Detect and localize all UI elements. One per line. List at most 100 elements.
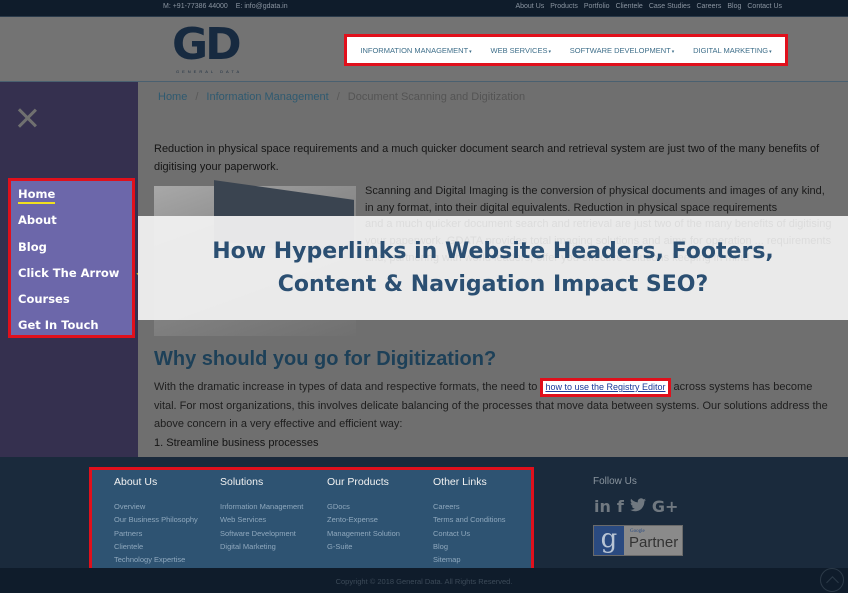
top-link-careers[interactable]: Careers	[696, 3, 721, 10]
nav-label: SOFTWARE DEVELOPMENT	[569, 45, 671, 55]
nav-information-management[interactable]: INFORMATION MANAGEMENT▾	[360, 46, 471, 55]
side-menu-label: About	[18, 213, 57, 228]
caret-down-icon: ▾	[769, 48, 772, 55]
registry-editor-link[interactable]: how to use the Registry Editor	[540, 378, 671, 397]
breadcrumb-separator: /	[336, 91, 340, 103]
footer-links: About Us Overview Our Business Philosoph…	[89, 467, 534, 572]
follow-us-label: Follow Us	[593, 476, 637, 487]
footer-link[interactable]: Careers	[433, 500, 506, 513]
footer-link[interactable]: Our Business Philosophy	[114, 513, 198, 526]
side-menu-item-get-in-touch[interactable]: Get In Touch	[18, 315, 132, 341]
top-contact-bar: M: +91-77386 44000 E: info@gdata.in Abou…	[0, 0, 848, 16]
logo-subtext: GENERAL DATA	[176, 69, 243, 74]
footer-column-our-products: Our Products GDocs Zento-Expense Managem…	[327, 476, 400, 553]
breadcrumb: Home / Information Management / Document Sca…	[158, 91, 525, 103]
paragraph-text: With the dramatic increase in types of d…	[154, 381, 541, 393]
banner-title: How Hyperlinks in Website Headers, Foote…	[138, 235, 848, 301]
footer-link[interactable]: Information Management	[220, 500, 303, 513]
footer-link[interactable]: Software Development	[220, 527, 303, 540]
google-plus-icon[interactable]: G+	[652, 497, 679, 516]
title-banner: and a much quicker document search and r…	[138, 216, 848, 320]
breadcrumb-current: Document Scanning and Digitization	[347, 91, 526, 103]
side-menu: Home About Blog Click The Arrow⌄ Courses…	[8, 178, 142, 341]
digitization-paragraph: With the dramatic increase in types of d…	[154, 378, 834, 433]
nav-label: WEB SERVICES	[490, 45, 548, 55]
footer-link[interactable]: Web Services	[220, 513, 303, 526]
nav-label: DIGITAL MARKETING	[693, 45, 769, 55]
intro-paragraph: Reduction in physical space requirements…	[154, 143, 820, 173]
footer-link[interactable]: Clientele	[114, 540, 198, 553]
top-link-about-us[interactable]: About Us	[515, 3, 544, 10]
phone-number: M: +91-77386 44000	[163, 3, 228, 10]
footer-link[interactable]: Zento-Expense	[327, 513, 400, 526]
footer-heading: About Us	[114, 476, 158, 488]
nav-web-services[interactable]: WEB SERVICES▾	[490, 46, 550, 55]
google-partner-badge[interactable]: g Google Partner	[593, 525, 683, 556]
facebook-icon[interactable]: f	[617, 497, 624, 516]
footer-column-other-links: Other Links Careers Terms and Conditions…	[433, 476, 506, 566]
logo-mark: GD	[172, 19, 242, 70]
twitter-icon[interactable]	[629, 497, 646, 516]
twitter-bird-shape	[629, 498, 646, 512]
copyright-text: Copyright © 2018 General Data. All Right…	[335, 577, 513, 586]
scroll-to-top-icon[interactable]	[820, 568, 844, 592]
side-menu-item-about[interactable]: About	[18, 210, 132, 236]
caret-down-icon: ▾	[548, 48, 551, 55]
footer-link[interactable]: Technology Expertise	[114, 553, 198, 566]
footer-link[interactable]: Overview	[114, 500, 198, 513]
footer-link[interactable]: Blog	[433, 540, 506, 553]
top-link-contact-us[interactable]: Contact Us	[747, 3, 782, 10]
footer-link[interactable]: GDocs	[327, 500, 400, 513]
contact-info: M: +91-77386 44000 E: info@gdata.in	[163, 3, 294, 10]
footer-heading: Our Products	[327, 476, 389, 488]
footer-heading: Other Links	[433, 476, 487, 488]
footer-link[interactable]: Contact Us	[433, 527, 506, 540]
side-menu-item-home[interactable]: Home	[18, 184, 132, 210]
top-link-case-studies[interactable]: Case Studies	[649, 3, 691, 10]
nav-digital-marketing[interactable]: DIGITAL MARKETING▾	[693, 46, 772, 55]
close-icon[interactable]	[17, 108, 37, 128]
side-menu-label: Blog	[18, 239, 47, 254]
top-links: About Us Products Portfolio Clientele Ca…	[515, 3, 782, 10]
copyright-bar: Copyright © 2018 General Data. All Right…	[0, 568, 848, 593]
footer-link[interactable]: Partners	[114, 527, 198, 540]
section-heading: Why should you go for Digitization?	[154, 348, 497, 370]
banner-title-line-2: Content & Navigation Impact SEO?	[277, 272, 709, 297]
footer-column-about-us: About Us Overview Our Business Philosoph…	[114, 476, 198, 566]
side-menu-label: Get In Touch	[18, 318, 99, 333]
site-header: GD GENERAL DATA INFORMATION MANAGEMENT▾ …	[0, 16, 848, 82]
caret-down-icon: ▾	[469, 48, 472, 55]
side-menu-item-blog[interactable]: Blog	[18, 237, 132, 263]
banner-title-line-1: How Hyperlinks in Website Headers, Foote…	[212, 239, 774, 264]
nav-software-development[interactable]: SOFTWARE DEVELOPMENT▾	[570, 46, 675, 55]
site-footer: About Us Overview Our Business Philosoph…	[0, 457, 848, 572]
breadcrumb-home[interactable]: Home	[158, 91, 187, 103]
top-link-portfolio[interactable]: Portfolio	[584, 3, 610, 10]
top-link-clientele[interactable]: Clientele	[616, 3, 643, 10]
footer-link[interactable]: G-Suite	[327, 540, 400, 553]
footer-heading: Solutions	[220, 476, 264, 488]
main-navigation: INFORMATION MANAGEMENT▾ WEB SERVICES▾ SO…	[344, 34, 788, 66]
side-menu-label: Home	[18, 187, 56, 204]
linkedin-icon[interactable]: in	[594, 497, 611, 516]
list-item: 1. Streamline business processes	[154, 437, 319, 449]
logo[interactable]: GD GENERAL DATA	[172, 23, 252, 79]
footer-link[interactable]: Digital Marketing	[220, 540, 303, 553]
side-menu-item-click-the-arrow[interactable]: Click The Arrow⌄	[18, 263, 142, 289]
breadcrumb-information-management[interactable]: Information Management	[206, 91, 328, 103]
google-g-icon: g	[594, 526, 624, 555]
email-address[interactable]: E: info@gdata.in	[236, 3, 288, 10]
top-link-products[interactable]: Products	[550, 3, 578, 10]
footer-link[interactable]: Terms and Conditions	[433, 513, 506, 526]
footer-column-solutions: Solutions Information Management Web Ser…	[220, 476, 303, 553]
footer-link[interactable]: Management Solution	[327, 527, 400, 540]
social-links: in f G+	[594, 497, 678, 516]
side-menu-label: Courses	[18, 292, 70, 307]
partner-label: Partner	[629, 534, 679, 551]
caret-down-icon: ▾	[671, 48, 675, 55]
footer-link[interactable]: Sitemap	[433, 553, 506, 566]
top-link-blog[interactable]: Blog	[727, 3, 741, 10]
side-menu-item-courses[interactable]: Courses	[18, 289, 132, 315]
side-menu-label: Click The Arrow	[18, 265, 120, 280]
side-menu-panel: Home About Blog Click The Arrow⌄ Courses…	[0, 82, 142, 457]
